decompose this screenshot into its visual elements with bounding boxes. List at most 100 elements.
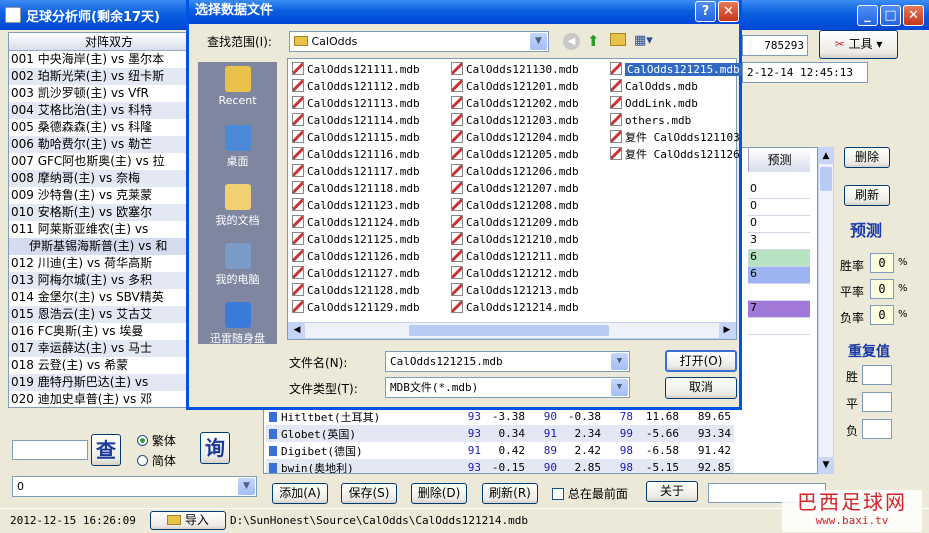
- win-rate-field[interactable]: 0: [870, 253, 894, 273]
- lose-rate-field[interactable]: 0: [870, 305, 894, 325]
- tools-button[interactable]: ✂ 工具 ▾: [819, 30, 898, 59]
- place-item[interactable]: Recent: [198, 66, 277, 121]
- file-item[interactable]: CalOdds121123.mdb: [292, 197, 420, 214]
- match-row[interactable]: 015 恩浩云(主) vs 艾古艾: [9, 306, 189, 323]
- file-item[interactable]: CalOdds121115.mdb: [292, 129, 420, 146]
- scroll-thumb[interactable]: [820, 167, 832, 191]
- file-item[interactable]: CalOdds121212.mdb: [451, 265, 579, 282]
- file-item[interactable]: OddLink.mdb: [610, 95, 698, 112]
- import-button[interactable]: 导入: [150, 511, 226, 530]
- delete-row-button[interactable]: 删除(D): [411, 483, 467, 504]
- file-item[interactable]: CalOdds121113.mdb: [292, 95, 420, 112]
- file-item[interactable]: CalOdds121215.mdb: [610, 61, 742, 78]
- file-item[interactable]: CalOdds121211.mdb: [451, 248, 579, 265]
- file-item[interactable]: CalOdds121124.mdb: [292, 214, 420, 231]
- place-item[interactable]: 桌面: [198, 125, 277, 180]
- match-row[interactable]: 005 桑德森森(主) vs 科隆: [9, 119, 189, 136]
- file-item[interactable]: CalOdds121116.mdb: [292, 146, 420, 163]
- repeat-win-field[interactable]: [862, 365, 892, 385]
- match-row[interactable]: 010 安格斯(主) vs 欧塞尔: [9, 204, 189, 221]
- id-field[interactable]: 785293: [742, 35, 808, 56]
- file-item[interactable]: CalOdds121118.mdb: [292, 180, 420, 197]
- file-item[interactable]: CalOdds121125.mdb: [292, 231, 420, 248]
- view-menu-icon[interactable]: ▦▾: [634, 33, 653, 48]
- delete-button[interactable]: 删除: [844, 147, 890, 168]
- odds-row[interactable]: Hitltbet(土耳其) 93 -3.38 90 -0.38 78 11.68 89.65: [266, 408, 734, 425]
- new-folder-icon[interactable]: [610, 33, 626, 46]
- file-item[interactable]: CalOdds121210.mdb: [451, 231, 579, 248]
- file-item[interactable]: CalOdds121201.mdb: [451, 78, 579, 95]
- always-top-checkbox[interactable]: 总在最前面: [552, 485, 628, 502]
- file-item[interactable]: CalOdds121213.mdb: [451, 282, 579, 299]
- match-list[interactable]: 对阵双方 001 中央海岸(主) vs 墨尔本 002 珀斯光荣(主) vs 纽卡…: [8, 32, 190, 408]
- match-row[interactable]: 001 中央海岸(主) vs 墨尔本: [9, 51, 189, 68]
- place-item[interactable]: 我的文档: [198, 184, 277, 239]
- match-row[interactable]: 009 沙特鲁(主) vs 克莱蒙: [9, 187, 189, 204]
- minimize-button[interactable]: _: [857, 5, 878, 26]
- match-row[interactable]: 020 迪加史卓普(主) vs 邓: [9, 391, 189, 407]
- match-row[interactable]: 012 川迪(主) vs 荷华高斯: [9, 255, 189, 272]
- maximize-button[interactable]: □: [880, 5, 901, 26]
- file-list[interactable]: ◀ ▶ CalOdds121111.mdb CalOdds121112.mdb Ca…: [287, 58, 742, 340]
- file-item[interactable]: CalOdds121127.mdb: [292, 265, 420, 282]
- radio-traditional[interactable]: 繁体: [137, 432, 176, 449]
- file-item[interactable]: 复件 CalOdds121126: [610, 146, 740, 163]
- file-item[interactable]: CalOdds121207.mdb: [451, 180, 579, 197]
- file-item[interactable]: CalOdds121206.mdb: [451, 163, 579, 180]
- help-button[interactable]: ?: [695, 1, 716, 22]
- bottom-select[interactable]: 0 ▼: [12, 476, 257, 497]
- file-item[interactable]: CalOdds121202.mdb: [451, 95, 579, 112]
- odds-row[interactable]: Globet(英国) 93 0.34 91 2.34 99 -5.66 93.34: [266, 425, 734, 442]
- search-button-1[interactable]: 查: [91, 434, 121, 466]
- file-item[interactable]: CalOdds.mdb: [610, 78, 698, 95]
- file-item[interactable]: CalOdds121114.mdb: [292, 112, 420, 129]
- file-item[interactable]: CalOdds121129.mdb: [292, 299, 420, 316]
- match-row[interactable]: 004 艾格比治(主) vs 科特: [9, 102, 189, 119]
- match-row[interactable]: 002 珀斯光荣(主) vs 纽卡斯: [9, 68, 189, 85]
- file-item[interactable]: CalOdds121208.mdb: [451, 197, 579, 214]
- file-item[interactable]: CalOdds121128.mdb: [292, 282, 420, 299]
- match-row[interactable]: 008 摩纳哥(主) vs 奈梅: [9, 170, 189, 187]
- up-folder-icon[interactable]: ⬆: [587, 32, 600, 50]
- file-item[interactable]: CalOdds121205.mdb: [451, 146, 579, 163]
- file-item[interactable]: CalOdds121204.mdb: [451, 129, 579, 146]
- scroll-up-icon[interactable]: ▲: [819, 148, 833, 164]
- draw-rate-field[interactable]: 0: [870, 279, 894, 299]
- scroll-thumb[interactable]: [409, 325, 609, 336]
- refresh-row-button[interactable]: 刷新(R): [482, 483, 538, 504]
- add-button[interactable]: 添加(A): [272, 483, 328, 504]
- file-item[interactable]: 复件 CalOdds121103: [610, 129, 740, 146]
- match-row[interactable]: 019 鹿特丹斯巴达(主) vs: [9, 374, 189, 391]
- datetime-field[interactable]: 2-12-14 12:45:13: [742, 62, 868, 83]
- match-row[interactable]: 007 GFC阿也斯奥(主) vs 拉: [9, 153, 189, 170]
- back-icon[interactable]: ◀: [563, 33, 580, 50]
- dialog-close-button[interactable]: ✕: [718, 1, 739, 22]
- file-item[interactable]: CalOdds121117.mdb: [292, 163, 420, 180]
- match-row[interactable]: 014 金堡尔(主) vs SBV精英: [9, 289, 189, 306]
- file-item[interactable]: CalOdds121111.mdb: [292, 61, 420, 78]
- place-item[interactable]: 我的电脑: [198, 243, 277, 298]
- match-row[interactable]: 伊斯基锡海斯普(主) vs 和: [9, 238, 189, 255]
- match-row[interactable]: 016 FC奥斯(主) vs 埃曼: [9, 323, 189, 340]
- close-button[interactable]: ✕: [903, 5, 924, 26]
- refresh-button[interactable]: 刷新: [844, 185, 890, 206]
- radio-simplified[interactable]: 简体: [137, 452, 176, 469]
- match-row[interactable]: 011 阿莱斯亚维农(主) vs: [9, 221, 189, 238]
- odds-row[interactable]: Digibet(德国) 91 0.42 89 2.42 98 -6.58 91.42: [266, 442, 734, 459]
- scroll-down-icon[interactable]: ▼: [819, 457, 833, 473]
- file-item[interactable]: others.mdb: [610, 112, 691, 129]
- scroll-right-icon[interactable]: ▶: [719, 323, 735, 338]
- match-row[interactable]: 013 阿梅尔城(主) vs 多积: [9, 272, 189, 289]
- file-item[interactable]: CalOdds121214.mdb: [451, 299, 579, 316]
- match-row[interactable]: 006 勒哈费尔(主) vs 勒芒: [9, 136, 189, 153]
- file-item[interactable]: CalOdds121130.mdb: [451, 61, 579, 78]
- open-button[interactable]: 打开(O): [665, 350, 737, 372]
- odds-scrollbar[interactable]: ▲ ▼: [818, 147, 834, 474]
- save-button[interactable]: 保存(S): [341, 483, 397, 504]
- match-row[interactable]: 003 凯沙罗顿(主) vs VfR: [9, 85, 189, 102]
- file-item[interactable]: CalOdds121126.mdb: [292, 248, 420, 265]
- about-button[interactable]: 关于: [646, 481, 698, 502]
- lookin-select[interactable]: CalOdds ▼: [289, 31, 549, 52]
- file-item[interactable]: CalOdds121112.mdb: [292, 78, 420, 95]
- search-button-2[interactable]: 询: [200, 432, 230, 464]
